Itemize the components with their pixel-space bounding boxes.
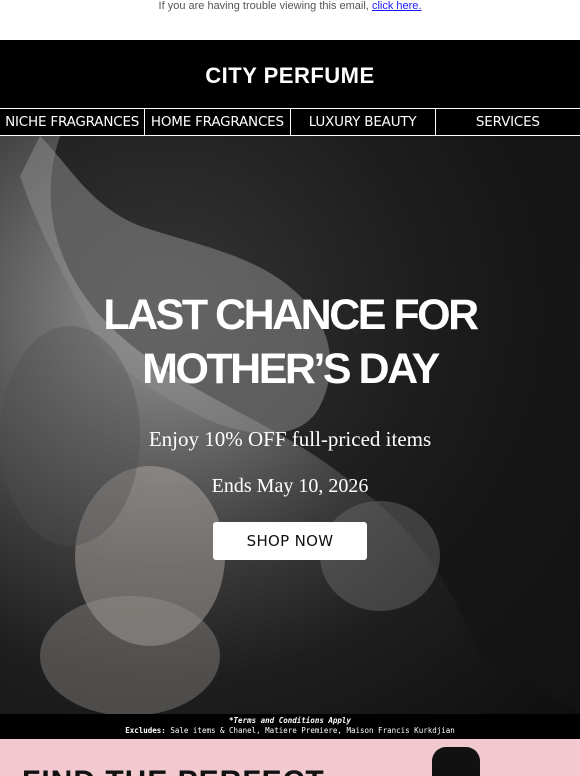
excludes-text: Sale items & Chanel, Matiere Premiere, M… — [165, 726, 455, 735]
perfume-bottle-image[interactable] — [432, 747, 480, 776]
preheader-text: If you are having trouble viewing this e… — [158, 0, 369, 12]
hero-banner[interactable]: LAST CHANCE FOR MOTHER’S DAY Enjoy 10% O… — [0, 136, 580, 714]
hero-title-line-1: LAST CHANCE FOR — [103, 291, 479, 339]
main-nav: NICHE FRAGRANCES HOME FRAGRANCES LUXURY … — [0, 108, 580, 136]
hero-end-date: Ends May 10, 2026 — [211, 475, 369, 497]
terms-bar: *Terms and Conditions Apply Excludes: Sa… — [0, 714, 580, 739]
shop-now-button[interactable]: SHOP NOW — [213, 522, 367, 560]
nav-services[interactable]: SERVICES — [436, 109, 580, 135]
excludes-label: Excludes: — [125, 726, 166, 735]
mother-baby-photo — [0, 136, 580, 714]
nav-luxury-beauty[interactable]: LUXURY BEAUTY — [291, 109, 436, 135]
terms-notice[interactable]: *Terms and Conditions Apply — [0, 716, 580, 726]
nav-home-fragrances[interactable]: HOME FRAGRANCES — [145, 109, 291, 135]
preheader: If you are having trouble viewing this e… — [0, 0, 580, 40]
promo-title: FIND THE PERFECT — [22, 765, 325, 776]
promo-section: FIND THE PERFECT — [0, 739, 580, 776]
brand-logo[interactable]: CITY PERFUME — [205, 63, 374, 89]
view-in-browser-link[interactable]: click here. — [372, 0, 422, 12]
nav-niche-fragrances[interactable]: NICHE FRAGRANCES — [0, 109, 146, 135]
brand-header: CITY PERFUME — [0, 40, 580, 108]
hero-title: LAST CHANCE FOR MOTHER’S DAY — [0, 288, 580, 396]
excludes-line: Excludes: Sale items & Chanel, Matiere P… — [0, 726, 580, 736]
hero-title-line-2: MOTHER’S DAY — [142, 345, 440, 393]
hero-subtitle: Enjoy 10% OFF full-priced items — [148, 427, 432, 451]
